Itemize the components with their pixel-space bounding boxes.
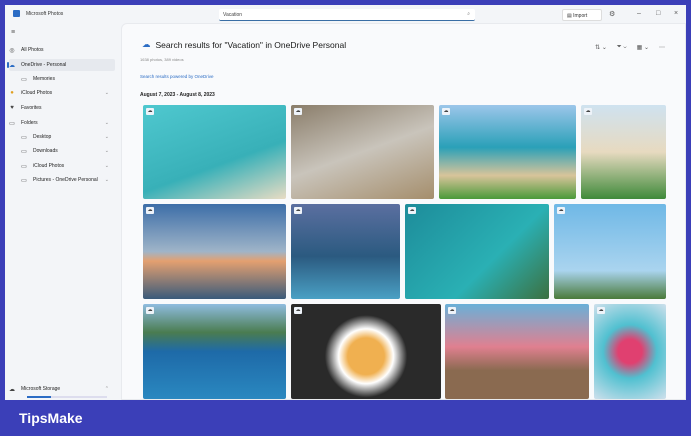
sort-button[interactable]: ⇅ ⌄	[595, 44, 607, 51]
sidebar-item-label: Favorites	[21, 105, 42, 111]
cloud-badge-icon: ☁	[146, 108, 154, 115]
toolbar: ⇅ ⌄ ⏷ ⌄ ▦ ⌄ ⋯	[595, 44, 665, 51]
folder-icon: ▭	[21, 134, 27, 141]
folder-icon: ▭	[9, 120, 15, 127]
sidebar-item-icloud[interactable]: ● iCloud Photos ⌄	[9, 87, 115, 99]
cloud-icon: ☁	[142, 39, 151, 49]
chevron-down-icon[interactable]: ⌄	[105, 134, 109, 140]
sidebar-item-folders[interactable]: ▭ Folders ⌄	[9, 117, 115, 129]
folder-icon: ▭	[21, 148, 27, 155]
menu-icon[interactable]: ≡	[11, 29, 15, 36]
cloud-badge-icon: ☁	[597, 307, 605, 314]
photo-thumbnail[interactable]: ☁	[594, 304, 666, 399]
folder-icon: ▭	[21, 163, 27, 170]
main-content: ☁ Search results for "Vacation" in OneDri…	[121, 23, 686, 400]
sidebar-item-all-photos[interactable]: ◎ All Photos	[9, 44, 115, 56]
photo-thumbnail[interactable]: ☁	[291, 304, 441, 399]
chevron-up-icon[interactable]: ⌃	[105, 386, 109, 392]
memories-icon: ▭	[21, 76, 27, 83]
icloud-icon: ●	[10, 90, 14, 96]
photos-icon: ◎	[9, 47, 15, 54]
date-heading: August 7, 2023 - August 8, 2023	[140, 92, 215, 98]
page-title: ☁ Search results for "Vacation" in OneDri…	[142, 39, 346, 50]
cloud-badge-icon: ☁	[146, 207, 154, 214]
minimize-button[interactable]: –	[637, 10, 641, 17]
cloud-icon: ☁	[9, 386, 15, 393]
photo-thumbnail[interactable]: ☁	[143, 204, 286, 299]
sidebar-item-favorites[interactable]: ♥ Favorites	[9, 102, 115, 114]
photo-thumbnail[interactable]: ☁	[581, 105, 666, 199]
sidebar-item-label: OneDrive - Personal	[21, 62, 67, 68]
sidebar-item-downloads[interactable]: ▭ Downloads ⌄	[21, 145, 115, 157]
sidebar-item-icloud-folder[interactable]: ▭ iCloud Photos ⌄	[21, 160, 115, 172]
search-icon[interactable]: ⌕	[467, 11, 470, 17]
view-button[interactable]: ▦ ⌄	[637, 44, 649, 51]
photos-window: Microsoft Photos Vacation ⌕ ▤ Import ⚙ – …	[5, 5, 686, 400]
close-button[interactable]: ×	[674, 10, 678, 17]
import-button[interactable]: ▤ Import	[562, 9, 602, 21]
cloud-badge-icon: ☁	[146, 307, 154, 314]
chevron-down-icon[interactable]: ⌄	[105, 177, 109, 183]
photo-thumbnail[interactable]: ☁	[554, 204, 666, 299]
chevron-down-icon[interactable]: ⌄	[105, 148, 109, 154]
photo-thumbnail[interactable]: ☁	[291, 204, 400, 299]
settings-icon[interactable]: ⚙	[609, 10, 615, 18]
chevron-down-icon[interactable]: ⌄	[105, 90, 109, 96]
storage-bar	[27, 396, 107, 398]
cloud-badge-icon: ☁	[442, 108, 450, 115]
title-text: Search results for "Vacation" in OneDriv…	[155, 39, 347, 50]
cloud-badge-icon: ☁	[557, 207, 565, 214]
sidebar-item-desktop[interactable]: ▭ Desktop ⌄	[21, 131, 115, 143]
storage-label: Microsoft Storage	[21, 386, 61, 392]
import-label: Import	[573, 13, 588, 19]
powered-by-link[interactable]: Search results powered by OneDrive	[140, 74, 214, 79]
folder-icon: ▭	[21, 177, 27, 184]
sidebar-item-label: Pictures - OneDrive Personal	[33, 177, 98, 183]
title-bar: Microsoft Photos Vacation ⌕ ▤ Import ⚙ – …	[5, 5, 686, 23]
sidebar-item-memories[interactable]: ▭ Memories	[21, 73, 115, 85]
photo-thumbnail[interactable]: ☁	[143, 304, 286, 399]
sidebar-item-label: iCloud Photos	[33, 163, 65, 169]
cloud-badge-icon: ☁	[448, 307, 456, 314]
maximize-button[interactable]: □	[656, 10, 660, 17]
photo-thumbnail[interactable]: ☁	[143, 105, 286, 199]
watermark-bar: TipsMake	[0, 400, 691, 436]
chevron-down-icon[interactable]: ⌄	[105, 120, 109, 126]
app-icon	[13, 10, 20, 17]
app-title: Microsoft Photos	[26, 11, 64, 17]
heart-icon: ♥	[10, 105, 14, 111]
cloud-icon: ☁	[9, 62, 15, 69]
cloud-badge-icon: ☁	[294, 307, 302, 314]
result-count: 1638 photos, 389 videos	[140, 57, 184, 62]
photo-thumbnail[interactable]: ☁	[439, 105, 576, 199]
sidebar: ≡ ◎ All Photos ☁ OneDrive - Personal ▭ Memo…	[5, 23, 121, 400]
cloud-badge-icon: ☁	[294, 108, 302, 115]
sidebar-item-label: Memories	[33, 76, 55, 82]
sidebar-item-label: Folders	[21, 120, 38, 126]
sidebar-item-label: All Photos	[21, 47, 44, 53]
sidebar-item-label: iCloud Photos	[21, 90, 53, 96]
photo-thumbnail[interactable]: ☁	[445, 304, 589, 399]
filter-button[interactable]: ⏷ ⌄	[617, 44, 627, 51]
search-input[interactable]: Vacation ⌕	[219, 9, 475, 21]
cloud-badge-icon: ☁	[408, 207, 416, 214]
cloud-badge-icon: ☁	[294, 207, 302, 214]
watermark-logo: TipsMake	[19, 410, 83, 426]
sidebar-item-label: Downloads	[33, 148, 58, 154]
more-button[interactable]: ⋯	[659, 44, 665, 51]
sidebar-item-pictures[interactable]: ▭ Pictures - OneDrive Personal ⌄	[21, 174, 115, 186]
sidebar-item-label: Desktop	[33, 134, 52, 140]
cloud-badge-icon: ☁	[584, 108, 592, 115]
chevron-down-icon[interactable]: ⌄	[105, 163, 109, 169]
photo-thumbnail[interactable]: ☁	[291, 105, 434, 199]
sidebar-item-onedrive[interactable]: ☁ OneDrive - Personal	[7, 59, 115, 71]
search-value: Vacation	[223, 12, 243, 18]
storage-section[interactable]: ☁ Microsoft Storage ⌃	[9, 383, 115, 395]
photo-thumbnail[interactable]: ☁	[405, 204, 549, 299]
